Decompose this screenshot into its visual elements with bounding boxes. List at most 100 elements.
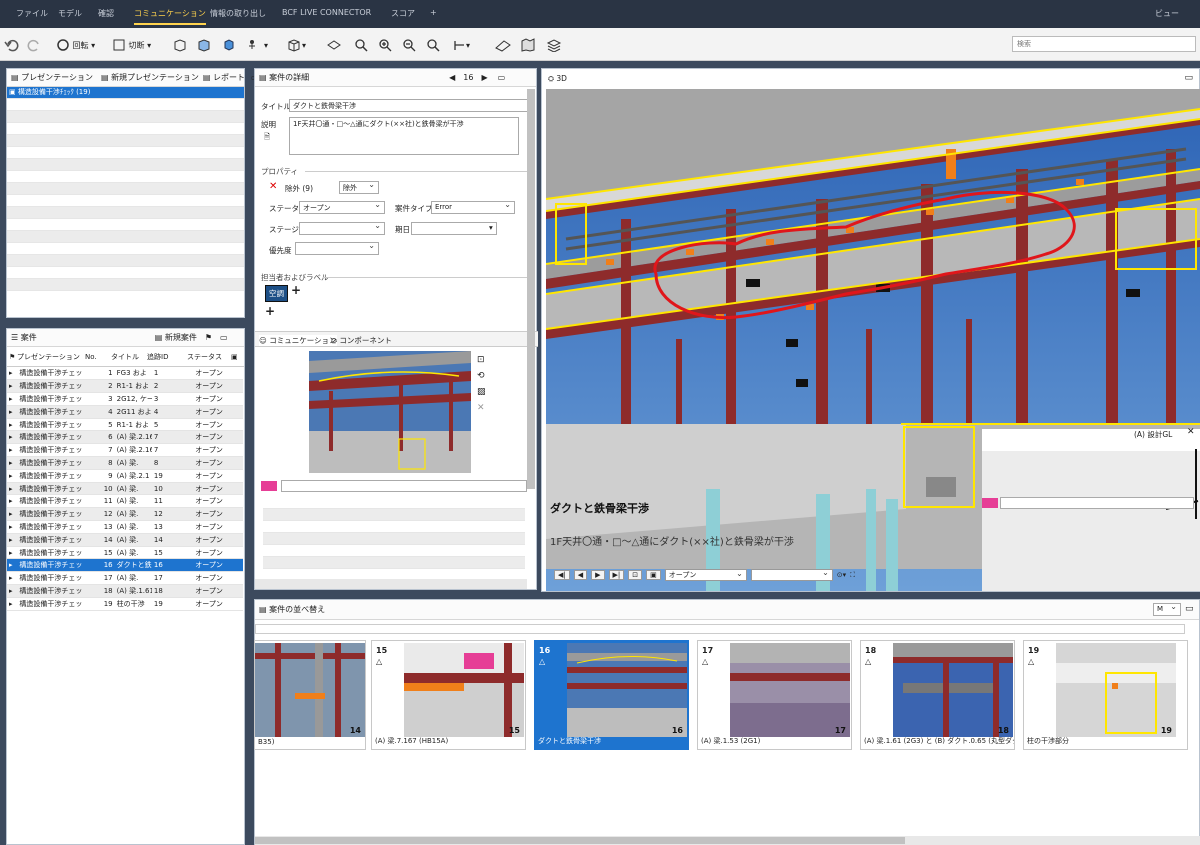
tab-file[interactable]: ファイル — [16, 8, 48, 19]
issue-row[interactable]: ▸ 構造設備干渉チェッ 4 2G11 およ 4 オープン — [7, 405, 243, 419]
focus-viewpoint-icon[interactable]: ⊡ — [477, 355, 485, 365]
issue-card-14[interactable]: 14 B35) — [254, 640, 366, 750]
issue-row[interactable]: ▸ 構造設備干渉チェッ 6 (A) 梁.2.16 7 オープン — [7, 430, 243, 445]
issue-row[interactable]: ▸ 構造設備干渉チェッ 7 (A) 梁.2.16 7 オープン — [7, 443, 243, 458]
image-icon[interactable]: ▨ — [477, 387, 486, 397]
viewer-comment-input[interactable] — [1000, 497, 1194, 509]
viewer-type-select[interactable] — [750, 568, 833, 581]
search-input[interactable]: 検索 — [1012, 36, 1196, 52]
flag-icon[interactable]: ⚑ — [205, 333, 212, 342]
box-select-icon[interactable] — [172, 37, 188, 53]
issues-maximize-icon[interactable]: ▭ — [220, 333, 228, 342]
issue-row[interactable]: ▸ 構造設備干渉チェッ 11 (A) 梁. 11 オープン — [7, 494, 243, 509]
tab-review[interactable]: 確認 — [98, 8, 114, 19]
sort-maximize-icon[interactable]: ▭ — [1185, 604, 1194, 614]
issue-row[interactable]: ▸ 構造設備干渉チェッ 1 FG3 およ 1 オープン — [7, 367, 243, 381]
redo-icon[interactable] — [26, 37, 42, 53]
assignee-tag[interactable]: 空調 — [265, 285, 288, 302]
desc-attach-icon[interactable]: 🗎 — [264, 131, 270, 144]
issue-row[interactable]: ▸ 構造設備干渉チェッ 5 R1-1 およ 5 オープン — [7, 418, 243, 432]
new-presentation-button[interactable]: ▤ 新規プレゼンテーション — [101, 72, 199, 83]
measure-icon[interactable] — [494, 37, 512, 53]
camera-icon[interactable]: ⊙▾ — [837, 571, 846, 579]
issue-row[interactable]: ▸ 構造設備干渉チェッ 19 柱の干渉 19 オープン — [7, 597, 243, 611]
view-menu[interactable]: ビュー — [1155, 8, 1179, 19]
col-presentation[interactable]: プレゼンテーション — [17, 352, 85, 362]
cube-view-icon[interactable]: ⛶ — [850, 571, 855, 580]
layers-icon[interactable] — [546, 37, 562, 53]
next-issue-button[interactable]: ▶ — [481, 73, 487, 82]
rotate-button[interactable]: 回転 ▾ — [56, 37, 95, 53]
issue-row[interactable]: ▸ 構造設備干渉チェッ 15 (A) 梁. 15 オープン — [7, 546, 243, 560]
map-icon[interactable] — [520, 37, 536, 53]
tab-components[interactable]: ⛭ コンポーネント — [331, 335, 392, 346]
issue-card-15[interactable]: 15 △ 15 (A) 梁.7.167 (HB15A) — [371, 640, 526, 750]
issue-row[interactable]: ▸ 構造設備干渉チェッ 17 (A) 梁. 17 オープン — [7, 571, 243, 586]
next-button[interactable]: ▶ — [591, 570, 605, 580]
zoom-fit-icon[interactable] — [354, 37, 368, 53]
column-chooser-icon[interactable]: ▣ — [231, 353, 238, 361]
due-date-input[interactable] — [411, 222, 497, 235]
type-select[interactable]: Error — [431, 201, 515, 214]
comment-input[interactable] — [281, 480, 527, 492]
issue-row[interactable]: ▸ 構造設備干渉チェッ 16 ダクトと鉄 16 オープン — [7, 558, 243, 573]
add-label-button[interactable]: + — [265, 304, 275, 318]
refresh-viewpoint-icon[interactable]: ⟲ — [477, 371, 485, 381]
col-tracking-id[interactable]: 追跡ID — [147, 352, 187, 362]
issue-card-16[interactable]: 16 △ 16 ダクトと鉄骨梁干渉 — [534, 640, 689, 750]
tab-communication[interactable]: コミュニケーション — [134, 8, 206, 25]
issue-row[interactable]: ▸ 構造設備干渉チェッ 18 (A) 梁.1.61 18 オープン — [7, 584, 243, 598]
sort-h-scrollbar[interactable] — [255, 836, 1200, 845]
report-button[interactable]: ▤ レポート — [203, 72, 245, 83]
cube-icon[interactable]: ▾ — [286, 37, 306, 53]
viewer-status-select[interactable]: オープン — [664, 568, 747, 581]
priority-select[interactable] — [295, 242, 379, 255]
zoom-in-icon[interactable] — [378, 37, 392, 53]
prev-button[interactable]: ◀ — [573, 570, 588, 580]
zoom-window-icon[interactable] — [426, 37, 440, 53]
section-box-icon[interactable] — [326, 37, 342, 53]
sort-filter-bar[interactable] — [255, 624, 1185, 634]
tab-communication-detail[interactable]: ☺ コミュニケーション — [259, 335, 337, 346]
viewer-close-icon[interactable]: ✕ — [1187, 427, 1195, 437]
issue-row[interactable]: ▸ 構造設備干渉チェッ 2 R1-1 およ 2 オープン — [7, 379, 243, 394]
new-issue-button[interactable]: ▤ 新規案件 — [155, 332, 197, 343]
3d-viewer[interactable]: ⛭ 3D ▭ ダクトと鉄骨梁干渉 1F天井〇通・□～△通にダクト(××社)と鉄骨… — [541, 68, 1200, 592]
title-input[interactable]: ダクトと鉄骨梁干渉 — [289, 99, 529, 112]
issue-row[interactable]: ▸ 構造設備干渉チェッ 12 (A) 梁. 12 オープン — [7, 507, 243, 522]
calendar-dropdown-icon[interactable]: ▾ — [489, 223, 493, 232]
section-button[interactable]: 切断 ▾ — [112, 37, 151, 53]
delete-viewpoint-icon[interactable]: ✕ — [477, 403, 485, 413]
tab-bcf-live[interactable]: BCF LIVE CONNECTOR — [282, 8, 371, 17]
detail-maximize-icon[interactable]: ▭ — [498, 73, 506, 82]
thumb-size-select[interactable]: M — [1153, 603, 1181, 616]
walk-icon[interactable]: ▾ — [246, 37, 268, 53]
pick-point-icon[interactable]: ▾ — [452, 37, 470, 53]
zoom-out-icon[interactable] — [402, 37, 416, 53]
col-title[interactable]: タイトル — [111, 352, 147, 362]
prev-issue-button[interactable]: ◀ — [449, 73, 455, 82]
add-assignee-button[interactable]: + — [291, 283, 301, 297]
cube-blue-icon[interactable] — [222, 37, 236, 53]
last-issue-button[interactable]: ▶| — [608, 570, 625, 580]
stage-select[interactable] — [299, 222, 385, 235]
issue-row[interactable]: ▸ 構造設備干渉チェッ 8 (A) 梁. 8 オープン — [7, 456, 243, 470]
issue-row[interactable]: ▸ 構造設備干渉チェッ 14 (A) 梁. 14 オープン — [7, 533, 243, 547]
issue-row[interactable]: ▸ 構造設備干渉チェッ 9 (A) 梁.2.1 19 オープン — [7, 469, 243, 483]
presentation-item[interactable]: ▣ 構造設備干渉ﾁｪｯｸ (19) — [7, 87, 244, 99]
desc-textarea[interactable]: 1F天井〇通・□～△通にダクト(××社)と鉄骨梁が干渉 — [289, 117, 519, 155]
issue-card-19[interactable]: 19 △ 19 柱の干渉部分 — [1023, 640, 1188, 750]
first-issue-button[interactable]: ◀| — [554, 570, 570, 580]
tab-model[interactable]: モデル — [58, 8, 82, 19]
issue-row[interactable]: ▸ 構造設備干渉チェッ 10 (A) 梁. 10 オープン — [7, 482, 243, 496]
col-no[interactable]: No. — [85, 353, 111, 361]
tab-add[interactable]: + — [430, 8, 437, 17]
detail-h-scrollbar[interactable] — [255, 579, 527, 589]
screen-icon[interactable]: ▣ — [646, 570, 661, 580]
viewpoint-thumbnail[interactable] — [309, 351, 471, 473]
issue-row[interactable]: ▸ 構造設備干渉チェッ 13 (A) 梁. 13 オープン — [7, 520, 243, 534]
issue-card-17[interactable]: 17 △ 17 (A) 梁.1.53 (2G1) — [697, 640, 852, 750]
tab-extract[interactable]: 情報の取り出し — [210, 8, 266, 19]
detail-scrollbar[interactable] — [527, 89, 535, 489]
multi-box-icon[interactable] — [196, 37, 212, 53]
